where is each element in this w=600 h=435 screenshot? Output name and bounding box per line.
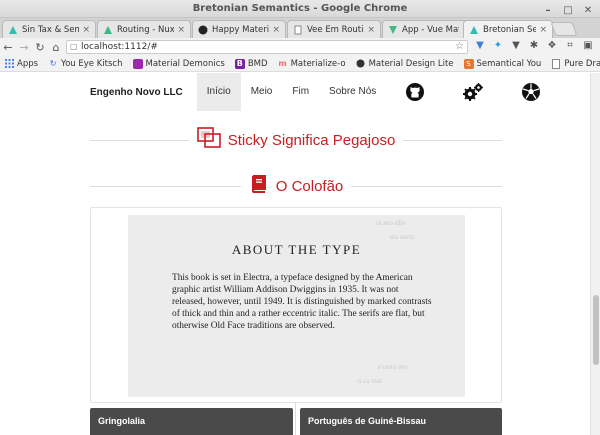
bmd-icon: B (234, 58, 245, 69)
bookmark-label: BMD (247, 58, 268, 69)
crop-icon[interactable]: ⌗ (564, 40, 576, 52)
new-tab-button[interactable] (550, 22, 578, 36)
close-tab-icon[interactable]: × (272, 25, 280, 35)
tab-label: Bretonian Seman (483, 24, 536, 35)
page-info-icon[interactable]: ▢ (70, 41, 78, 53)
card-divider (295, 403, 296, 435)
page-icon (293, 25, 303, 35)
card-gringolalia-header[interactable]: Gringolalia (90, 408, 293, 435)
material-icon (132, 58, 143, 69)
tab-vee-em-routing[interactable]: Vee Em Routing × (287, 20, 381, 38)
page-scrollbar[interactable] (590, 73, 600, 435)
bookmark-label: Semantical You (476, 58, 542, 69)
site-navbar: Engenho Novo LLC Início Meio Fim Sobre N… (90, 73, 560, 111)
tab-label: App - Vue Materia (402, 24, 459, 35)
extension-icons: ▼ ✦ ▼ ✱ ❖ ⌗ ▣ ⋮ (474, 40, 600, 52)
mdl-icon (356, 59, 366, 69)
soccer-ball-icon[interactable] (502, 73, 560, 111)
vuejs-devtools-icon[interactable]: ▼ (474, 40, 486, 52)
colophon-page-image: ra aeo rdfe sra aerra e rerra eeo o ca r… (128, 215, 465, 397)
back-icon[interactable]: ← (0, 41, 16, 54)
page-icon (551, 58, 561, 69)
book-icon (249, 174, 269, 198)
window-title: Bretonian Semantics - Google Chrome (192, 3, 408, 14)
tab-vue-material-app[interactable]: App - Vue Materia × (382, 20, 476, 38)
heading-rule-right (403, 139, 502, 141)
bookmark-label: Material Demonics (145, 58, 225, 69)
bookmarks-bar: Apps ↻ You Eye Kitsch Material Demonics … (0, 56, 600, 72)
bookmark-pure-drawer[interactable]: Pure Drawer (551, 58, 600, 69)
tab-strip: Sin Tax & Semanti × Routing - Nuxt.js × … (0, 18, 600, 38)
bookmark-you-eye-kitsch[interactable]: ↻ You Eye Kitsch (48, 58, 123, 69)
section-title: Sticky Significa Pegajoso (227, 131, 396, 149)
tab-happy-material[interactable]: Happy Material Th × (192, 20, 286, 38)
clone-icon (196, 127, 221, 153)
close-tab-icon[interactable]: × (539, 25, 547, 35)
filter-icon[interactable]: ▼ (510, 40, 522, 52)
url-text: localhost:1112/# (81, 42, 158, 52)
window-titlebar: Bretonian Semantics - Google Chrome – □ … (0, 0, 600, 18)
tab-label: Vee Em Routing (307, 24, 364, 35)
bookmark-star-icon[interactable]: ☆ (455, 41, 464, 53)
reload-icon[interactable]: ↻ (32, 41, 48, 54)
scrollbar-thumb[interactable] (593, 295, 599, 365)
colophon-card: ra aeo rdfe sra aerra e rerra eeo o ca r… (90, 207, 502, 403)
home-icon[interactable]: ⌂ (48, 41, 64, 54)
nav-link-fim[interactable]: Fim (282, 73, 319, 111)
twitter-icon[interactable]: ✦ (492, 40, 504, 52)
section-heading-sticky: Sticky Significa Pegajoso (90, 127, 502, 153)
page-content: Engenho Novo LLC Início Meio Fim Sobre N… (0, 73, 600, 435)
bookmark-material-design-lite[interactable]: Material Design Lite (356, 59, 454, 69)
cast-icon[interactable]: ▣ (582, 40, 594, 52)
tab-label: Routing - Nuxt.js (117, 24, 175, 35)
nuxt-icon (103, 25, 113, 35)
heading-rule-left (90, 139, 189, 141)
nav-link-meio[interactable]: Meio (241, 73, 283, 111)
bookmark-semantical-you[interactable]: S Semantical You (463, 58, 542, 69)
heading-rule-left (90, 185, 241, 187)
address-bar[interactable]: ▢ localhost:1112/# ☆ (66, 40, 468, 54)
tab-sin-tax[interactable]: Sin Tax & Semanti × (2, 20, 96, 38)
card-portugues-guine-bissau-header[interactable]: Português de Guiné-Bissau (300, 408, 502, 435)
bookmark-label: Material Design Lite (368, 58, 454, 69)
materialize-icon: m (278, 59, 287, 68)
nav-link-sobre-nos[interactable]: Sobre Nós (319, 73, 386, 111)
bookmark-materialize[interactable]: m Materialize-o (278, 58, 346, 69)
close-tab-icon[interactable]: × (177, 25, 185, 35)
tab-bretonian-semantics[interactable]: Bretonian Seman × (463, 20, 553, 38)
bookmark-label: Materialize-o (290, 58, 346, 69)
tab-label: Sin Tax & Semanti (22, 24, 79, 35)
cogs-icon[interactable] (444, 73, 502, 111)
section-heading-colofao: O Colofão (90, 173, 503, 199)
heading-rule-right (351, 185, 503, 187)
github-icon[interactable] (386, 73, 444, 111)
apps-grid-icon (4, 59, 14, 69)
colophon-body: This book is set in Electra, a typeface … (172, 273, 432, 331)
colophon-heading: ABOUT THE TYPE (231, 242, 362, 257)
tab-label: Happy Material Th (212, 24, 270, 35)
bookmark-bmd[interactable]: B BMD (234, 58, 268, 69)
forward-icon[interactable]: → (16, 41, 32, 54)
bookmark-label: Pure Drawer (564, 58, 600, 69)
semantic-ui-icon: S (463, 58, 474, 69)
bookmark-label: You Eye Kitsch (61, 58, 123, 69)
brand-name[interactable]: Engenho Novo LLC (90, 87, 183, 98)
tab-nuxt-routing[interactable]: Routing - Nuxt.js × (97, 20, 191, 38)
semantic-icon (8, 25, 18, 35)
close-tab-icon[interactable]: × (82, 25, 90, 35)
bookmark-apps[interactable]: Apps (4, 59, 38, 69)
nav-link-inicio[interactable]: Início (196, 73, 241, 111)
bookmark-label: Apps (17, 58, 39, 69)
close-tab-icon[interactable]: × (367, 25, 375, 35)
section-title: O Colofão (275, 177, 344, 195)
refresh-icon: ↻ (49, 59, 57, 68)
semantic-icon (469, 25, 479, 35)
settings-icon[interactable]: ✱ (528, 40, 540, 52)
bookmark-material-demonics[interactable]: Material Demonics (132, 58, 225, 69)
vue-icon (388, 25, 398, 35)
color-picker-icon[interactable]: ❖ (546, 40, 558, 52)
github-icon (198, 25, 208, 35)
browser-toolbar: ← → ↻ ⌂ ▢ localhost:1112/# ☆ ▼ ✦ ▼ ✱ ❖ ⌗… (0, 38, 600, 56)
